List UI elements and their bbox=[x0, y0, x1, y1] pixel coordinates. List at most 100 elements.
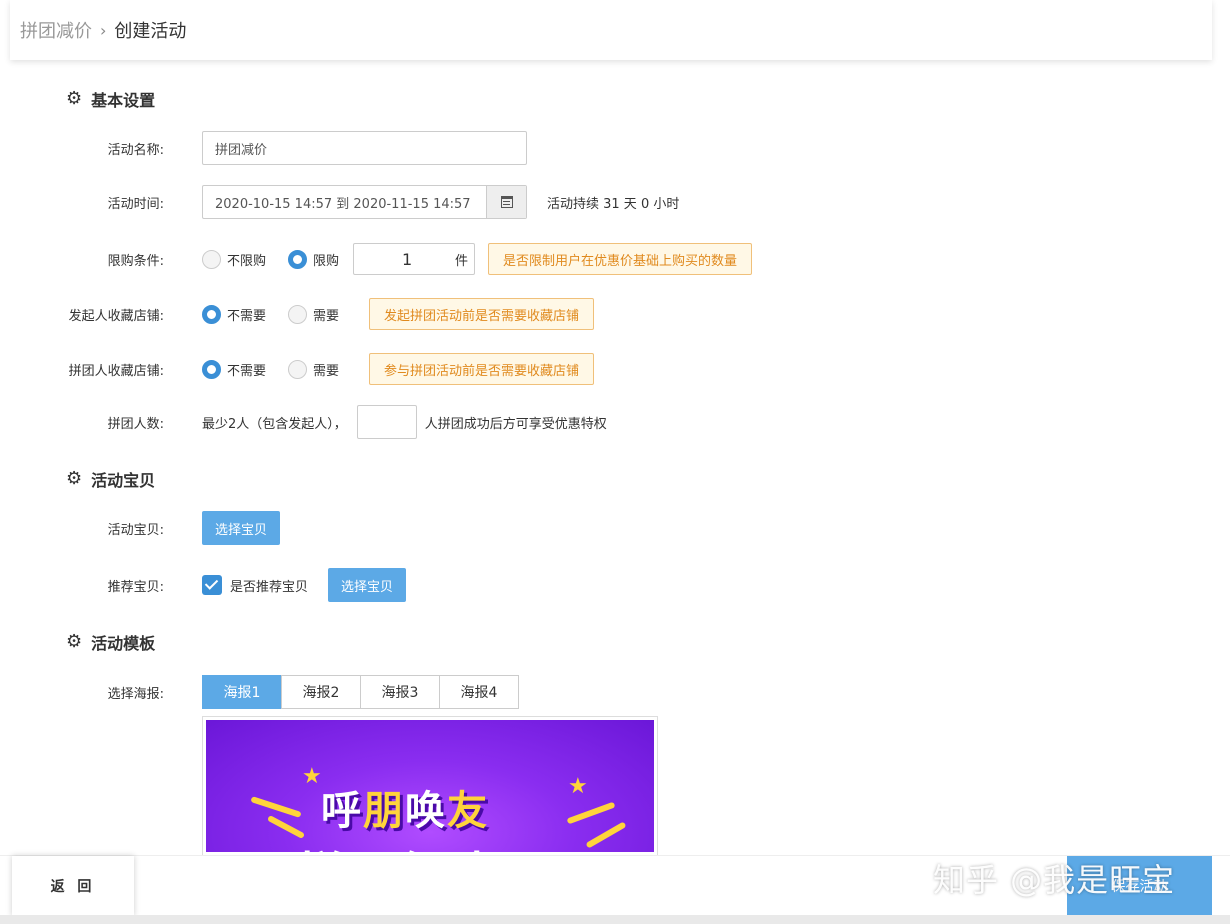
ray-decoration bbox=[266, 814, 306, 840]
purchase-limit-field: 不限购 限购 1 件 是否限制用户在优惠价基础上购买的数量 bbox=[202, 243, 753, 275]
row-purchase-limit: 限购条件: bbox=[0, 243, 164, 275]
select-poster-label: 选择海报: bbox=[107, 686, 164, 702]
recommend-goods-field: 是否推荐宝贝 选择宝贝 bbox=[202, 568, 407, 602]
duration-text: 活动持续 31 天 0 小时 bbox=[547, 196, 680, 212]
radio-label: 需要 bbox=[313, 308, 340, 324]
limit-hint: 是否限制用户在优惠价基础上购买的数量 bbox=[488, 243, 753, 275]
radio-label: 限购 bbox=[313, 253, 340, 269]
star-icon: ★ bbox=[568, 774, 588, 799]
poster-preview: ★ ★ 呼朋唤友 拼团钜惠 bbox=[202, 716, 658, 856]
initiator-favorite-field: 不需要 需要 发起拼团活动前是否需要收藏店铺 bbox=[202, 298, 595, 330]
row-select-poster: 选择海报: bbox=[0, 675, 164, 709]
calendar-button[interactable] bbox=[486, 186, 526, 218]
radio-joiner-required[interactable]: 需要 bbox=[288, 359, 340, 379]
activity-name-value: 拼团减价 bbox=[215, 142, 268, 158]
activity-goods-field: 选择宝贝 bbox=[202, 511, 281, 545]
radio-limit[interactable]: 限购 bbox=[288, 249, 340, 269]
breadcrumb-current: 创建活动 bbox=[114, 21, 187, 42]
radio-dot bbox=[202, 359, 221, 379]
radio-label: 需要 bbox=[313, 363, 340, 379]
purchase-limit-label: 限购条件: bbox=[107, 253, 164, 269]
radio-label: 不限购 bbox=[227, 253, 267, 269]
gear-icon: ⚙ bbox=[66, 631, 83, 652]
section-title: 活动宝贝 bbox=[91, 471, 156, 490]
date-range-input[interactable]: 2020-10-15 14:57 到 2020-11-15 14:57 bbox=[202, 185, 527, 219]
activity-name-input[interactable]: 拼团减价 bbox=[202, 131, 527, 165]
breadcrumb-parent[interactable]: 拼团减价 bbox=[20, 17, 92, 43]
activity-time-label: 活动时间: bbox=[107, 196, 164, 212]
recommend-goods-label: 推荐宝贝: bbox=[107, 579, 164, 595]
group-size-label: 拼团人数: bbox=[107, 416, 164, 432]
radio-joiner-not-required[interactable]: 不需要 bbox=[202, 359, 267, 379]
watermark: 知乎 @我是旺宝 bbox=[933, 861, 1176, 899]
initiator-hint: 发起拼团活动前是否需要收藏店铺 bbox=[369, 298, 595, 330]
section-basic-settings: ⚙ 基本设置 bbox=[66, 87, 155, 111]
activity-goods-label: 活动宝贝: bbox=[107, 522, 164, 538]
radio-dot bbox=[202, 249, 221, 269]
hint-text: 是否限制用户在优惠价基础上购买的数量 bbox=[503, 253, 738, 269]
row-activity-name: 活动名称: bbox=[0, 131, 164, 165]
bottom-strip bbox=[0, 915, 1230, 924]
activity-name-label: 活动名称: bbox=[107, 142, 164, 158]
select-goods-button[interactable]: 选择宝贝 bbox=[202, 511, 281, 545]
section-activity-goods: ⚙ 活动宝贝 bbox=[66, 467, 155, 491]
ray-decoration bbox=[566, 801, 616, 825]
joiner-hint: 参与拼团活动前是否需要收藏店铺 bbox=[369, 353, 595, 385]
tab-poster-1[interactable]: 海报1 bbox=[202, 675, 282, 709]
radio-initiator-not-required[interactable]: 不需要 bbox=[202, 304, 267, 324]
date-range-value: 2020-10-15 14:57 到 2020-11-15 14:57 bbox=[215, 196, 471, 212]
group-size-field: 最少2人（包含发起人）， 人拼团成功后方可享受优惠特权 bbox=[202, 405, 607, 439]
breadcrumb: 拼团减价 › 创建活动 bbox=[10, 0, 1212, 60]
ray-decoration bbox=[585, 821, 627, 849]
row-activity-goods: 活动宝贝: bbox=[0, 511, 164, 545]
hint-text: 发起拼团活动前是否需要收藏店铺 bbox=[384, 308, 580, 324]
section-title: 活动模板 bbox=[91, 634, 156, 653]
section-title: 基本设置 bbox=[91, 91, 156, 110]
radio-dot bbox=[288, 359, 308, 379]
radio-dot bbox=[288, 249, 308, 269]
gear-icon: ⚙ bbox=[66, 88, 83, 109]
limit-unit: 件 bbox=[455, 253, 469, 269]
poster-title-char: 友 bbox=[447, 788, 489, 834]
recommend-checkbox-label: 是否推荐宝贝 bbox=[230, 579, 309, 595]
row-initiator-favorite: 发起人收藏店铺: bbox=[0, 298, 164, 330]
activity-time-field: 2020-10-15 14:57 到 2020-11-15 14:57 活动持续… bbox=[202, 185, 679, 219]
initiator-favorite-label: 发起人收藏店铺: bbox=[68, 308, 164, 324]
poster-title-char: 呼 bbox=[321, 788, 363, 834]
section-activity-template: ⚙ 活动模板 bbox=[66, 630, 155, 654]
radio-dot bbox=[202, 304, 221, 324]
joiner-favorite-field: 不需要 需要 参与拼团活动前是否需要收藏店铺 bbox=[202, 353, 595, 385]
poster-title: 呼朋唤友 bbox=[321, 778, 489, 836]
tab-poster-3[interactable]: 海报3 bbox=[360, 675, 440, 709]
calendar-icon bbox=[500, 196, 513, 208]
radio-dot bbox=[288, 304, 308, 324]
chevron-right-icon: › bbox=[100, 20, 107, 40]
poster-image: ★ ★ 呼朋唤友 拼团钜惠 bbox=[206, 720, 654, 852]
star-icon: ★ bbox=[302, 764, 322, 789]
back-button[interactable]: 返 回 bbox=[12, 856, 134, 916]
activity-name-field: 拼团减价 bbox=[202, 131, 527, 165]
radio-label: 不需要 bbox=[227, 308, 267, 324]
limit-quantity-input[interactable]: 1 件 bbox=[353, 243, 476, 275]
select-recommend-goods-button[interactable]: 选择宝贝 bbox=[328, 568, 407, 602]
row-recommend-goods: 推荐宝贝: bbox=[0, 568, 164, 602]
radio-label: 不需要 bbox=[227, 363, 267, 379]
gear-icon: ⚙ bbox=[66, 468, 83, 489]
tab-poster-4[interactable]: 海报4 bbox=[439, 675, 519, 709]
ray-decoration bbox=[250, 796, 302, 818]
recommend-checkbox[interactable] bbox=[202, 575, 222, 595]
row-group-size: 拼团人数: bbox=[0, 405, 164, 439]
group-size-suffix: 人拼团成功后方可享受优惠特权 bbox=[424, 416, 607, 432]
radio-initiator-required[interactable]: 需要 bbox=[288, 304, 340, 324]
radio-no-limit[interactable]: 不限购 bbox=[202, 249, 267, 269]
tab-poster-2[interactable]: 海报2 bbox=[281, 675, 361, 709]
group-size-input[interactable] bbox=[356, 405, 417, 439]
poster-subtitle: 拼团钜惠 bbox=[298, 838, 506, 852]
group-size-prefix: 最少2人（包含发起人）， bbox=[202, 416, 347, 432]
poster-tabs: 海报1 海报2 海报3 海报4 bbox=[202, 675, 519, 709]
joiner-favorite-label: 拼团人收藏店铺: bbox=[68, 363, 164, 379]
poster-tabs-field: 海报1 海报2 海报3 海报4 bbox=[202, 675, 519, 709]
poster-title-char: 朋 bbox=[363, 788, 405, 834]
hint-text: 参与拼团活动前是否需要收藏店铺 bbox=[384, 363, 580, 379]
limit-quantity-value: 1 bbox=[402, 249, 413, 269]
